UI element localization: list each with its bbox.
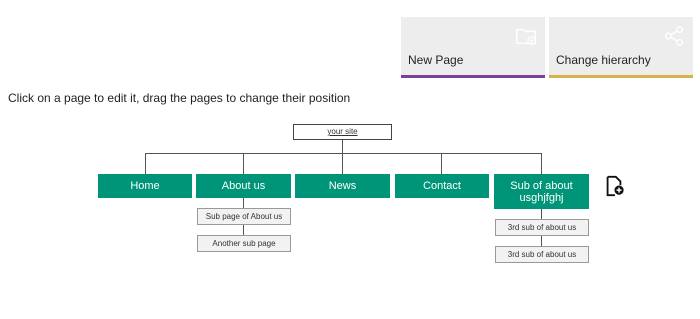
add-page-icon[interactable] <box>603 175 625 197</box>
subpage-item[interactable]: Another sub page <box>197 235 291 252</box>
page-label: About us <box>221 180 266 192</box>
site-root[interactable]: your site <box>293 124 392 140</box>
tree-connector <box>243 153 244 174</box>
tree-connector <box>243 225 244 235</box>
share-icon <box>665 26 683 46</box>
page-label: News <box>328 180 357 192</box>
page-label: Home <box>130 180 160 192</box>
change-hierarchy-accent-bar <box>549 75 693 78</box>
new-page-button[interactable]: New Page <box>401 17 545 78</box>
tree-connector <box>541 153 542 174</box>
tree-connector <box>342 153 343 174</box>
subpage-item[interactable]: 3rd sub of about us <box>495 246 589 263</box>
tree-connector <box>243 198 244 208</box>
subpage-item[interactable]: 3rd sub of about us <box>495 219 589 236</box>
page-label: Contact <box>423 180 461 192</box>
tree-connector <box>342 140 343 153</box>
page-contact[interactable]: Contact <box>395 174 489 198</box>
page-news[interactable]: News <box>295 174 390 198</box>
tree-connector <box>541 209 542 219</box>
page-about-us[interactable]: About us <box>196 174 291 198</box>
instruction-text: Click on a page to edit it, drag the pag… <box>8 91 351 105</box>
page-sub-of-about-us[interactable]: Sub of about usghjfghj <box>494 174 589 209</box>
tree-connector <box>145 153 146 174</box>
page-label: Sub of about usghjfghj <box>510 179 573 204</box>
tree-connector <box>145 153 542 154</box>
site-root-label: your site <box>327 127 358 136</box>
new-page-label: New Page <box>408 53 464 67</box>
tree-connector <box>441 153 442 174</box>
change-hierarchy-label: Change hierarchy <box>556 53 651 67</box>
change-hierarchy-button[interactable]: Change hierarchy <box>549 17 693 78</box>
page-home[interactable]: Home <box>98 174 192 198</box>
new-page-accent-bar <box>401 75 545 78</box>
subpage-item[interactable]: Sub page of About us <box>197 208 291 225</box>
folder-add-icon <box>516 28 536 45</box>
tree-connector <box>541 236 542 246</box>
